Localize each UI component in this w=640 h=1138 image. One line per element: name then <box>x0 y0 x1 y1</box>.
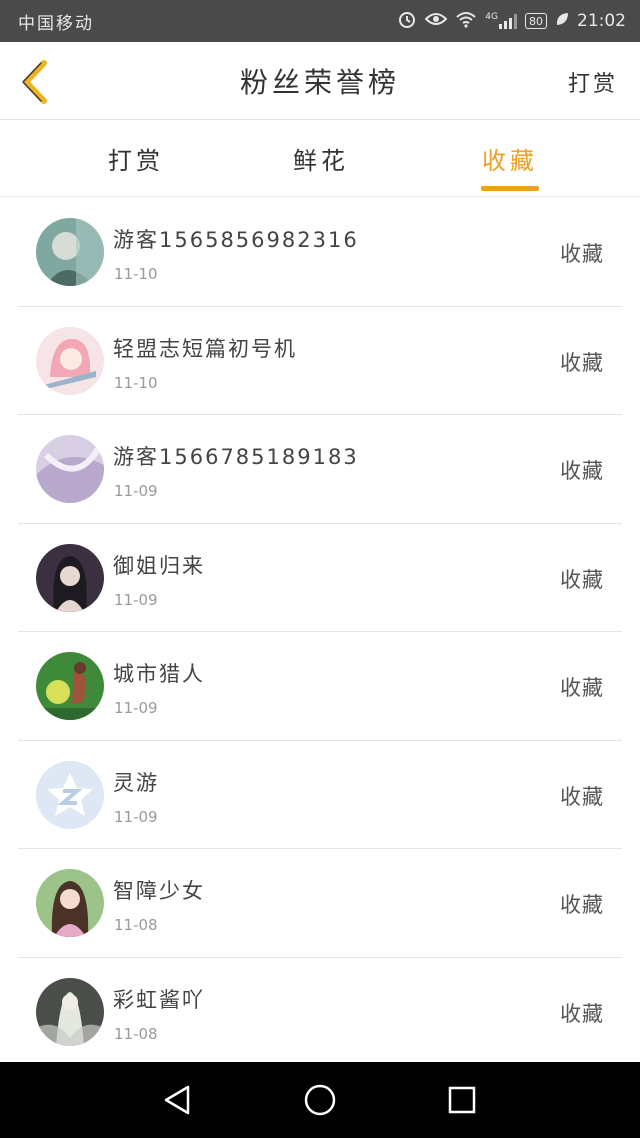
tab-flowers[interactable]: 鲜花 <box>293 141 349 176</box>
cellular-indicator: 4G <box>485 13 517 29</box>
chevron-left-icon <box>22 60 47 104</box>
avatar <box>36 869 104 937</box>
status-icons: 4G 80 21:02 <box>397 9 626 33</box>
user-name: 游客1566785189183 <box>113 445 359 469</box>
leaf-icon <box>555 11 569 31</box>
date: 11-09 <box>114 807 158 826</box>
avatar <box>36 652 104 720</box>
list-item[interactable]: 彩虹酱吖 11-08 收藏 <box>0 958 640 1067</box>
avatar <box>36 760 104 829</box>
avatar <box>36 435 104 503</box>
fan-list: 游客1565856982316 11-10 收藏 轻盟志短篇初号机 11-10 … <box>0 198 640 1066</box>
avatar <box>36 326 104 395</box>
network-type: 4G <box>485 12 498 22</box>
user-name: 轻盟志短篇初号机 <box>113 336 297 361</box>
user-name: 灵游 <box>113 770 159 795</box>
battery-icon: 80 <box>525 13 547 29</box>
recents-icon <box>448 1086 476 1114</box>
date: 11-09 <box>114 699 158 717</box>
date: 11-08 <box>114 1024 158 1043</box>
alarm-icon <box>397 9 417 33</box>
list-item[interactable]: 轻盟志短篇初号机 11-10 收藏 <box>0 307 640 416</box>
favorite-label: 收藏 <box>560 1001 604 1026</box>
favorite-label: 收藏 <box>560 784 604 809</box>
user-name: 御姐归来 <box>113 553 205 578</box>
back-button[interactable] <box>12 56 56 108</box>
date: 11-09 <box>114 482 158 500</box>
avatar <box>36 977 104 1046</box>
system-nav-bar <box>0 1062 640 1138</box>
home-icon <box>304 1084 336 1116</box>
date: 11-10 <box>114 265 158 283</box>
back-icon <box>164 1085 190 1115</box>
battery-level: 80 <box>529 14 543 28</box>
date: 11-10 <box>114 373 158 392</box>
eye-icon <box>424 11 448 31</box>
favorite-label: 收藏 <box>560 567 604 592</box>
carrier-label: 中国移动 <box>18 13 94 34</box>
page-title: 粉丝荣誉榜 <box>239 65 400 99</box>
status-bar: 中国移动 4G 80 21:02 <box>0 0 640 42</box>
list-item[interactable]: 城市猎人 11-09 收藏 <box>0 632 640 741</box>
user-name: 彩虹酱吖 <box>113 987 205 1012</box>
list-item[interactable]: 御姐归来 11-09 收藏 <box>0 524 640 633</box>
date: 11-09 <box>114 590 158 609</box>
user-name: 游客1565856982316 <box>113 228 359 252</box>
clock: 21:02 <box>577 11 626 31</box>
favorite-label: 收藏 <box>560 676 604 700</box>
list-item[interactable]: 游客1566785189183 11-09 收藏 <box>0 415 640 524</box>
list-item[interactable]: 智障少女 11-08 收藏 <box>0 849 640 958</box>
avatar <box>36 218 104 286</box>
favorite-label: 收藏 <box>560 459 604 483</box>
tab-favorites[interactable]: 收藏 <box>482 141 538 176</box>
active-tab-indicator <box>481 186 539 191</box>
tab-reward[interactable]: 打赏 <box>108 141 164 176</box>
user-name: 智障少女 <box>113 879 205 903</box>
system-home-button[interactable] <box>302 1082 338 1118</box>
tab-bar: 打赏 鲜花 收藏 <box>0 121 640 197</box>
user-name: 城市猎人 <box>113 662 205 686</box>
system-recents-button[interactable] <box>444 1082 480 1118</box>
favorite-label: 收藏 <box>560 350 604 375</box>
reward-button[interactable]: 打赏 <box>568 66 618 98</box>
favorite-label: 收藏 <box>560 242 604 266</box>
system-back-button[interactable] <box>160 1082 196 1118</box>
list-item[interactable]: 游客1565856982316 11-10 收藏 <box>0 198 640 307</box>
avatar <box>36 543 104 612</box>
header: 粉丝荣誉榜 打赏 <box>0 42 640 120</box>
date: 11-08 <box>114 916 158 934</box>
wifi-icon <box>455 10 477 32</box>
signal-icon <box>499 13 517 29</box>
list-item[interactable]: 灵游 11-09 收藏 <box>0 741 640 850</box>
favorite-label: 收藏 <box>560 893 604 917</box>
